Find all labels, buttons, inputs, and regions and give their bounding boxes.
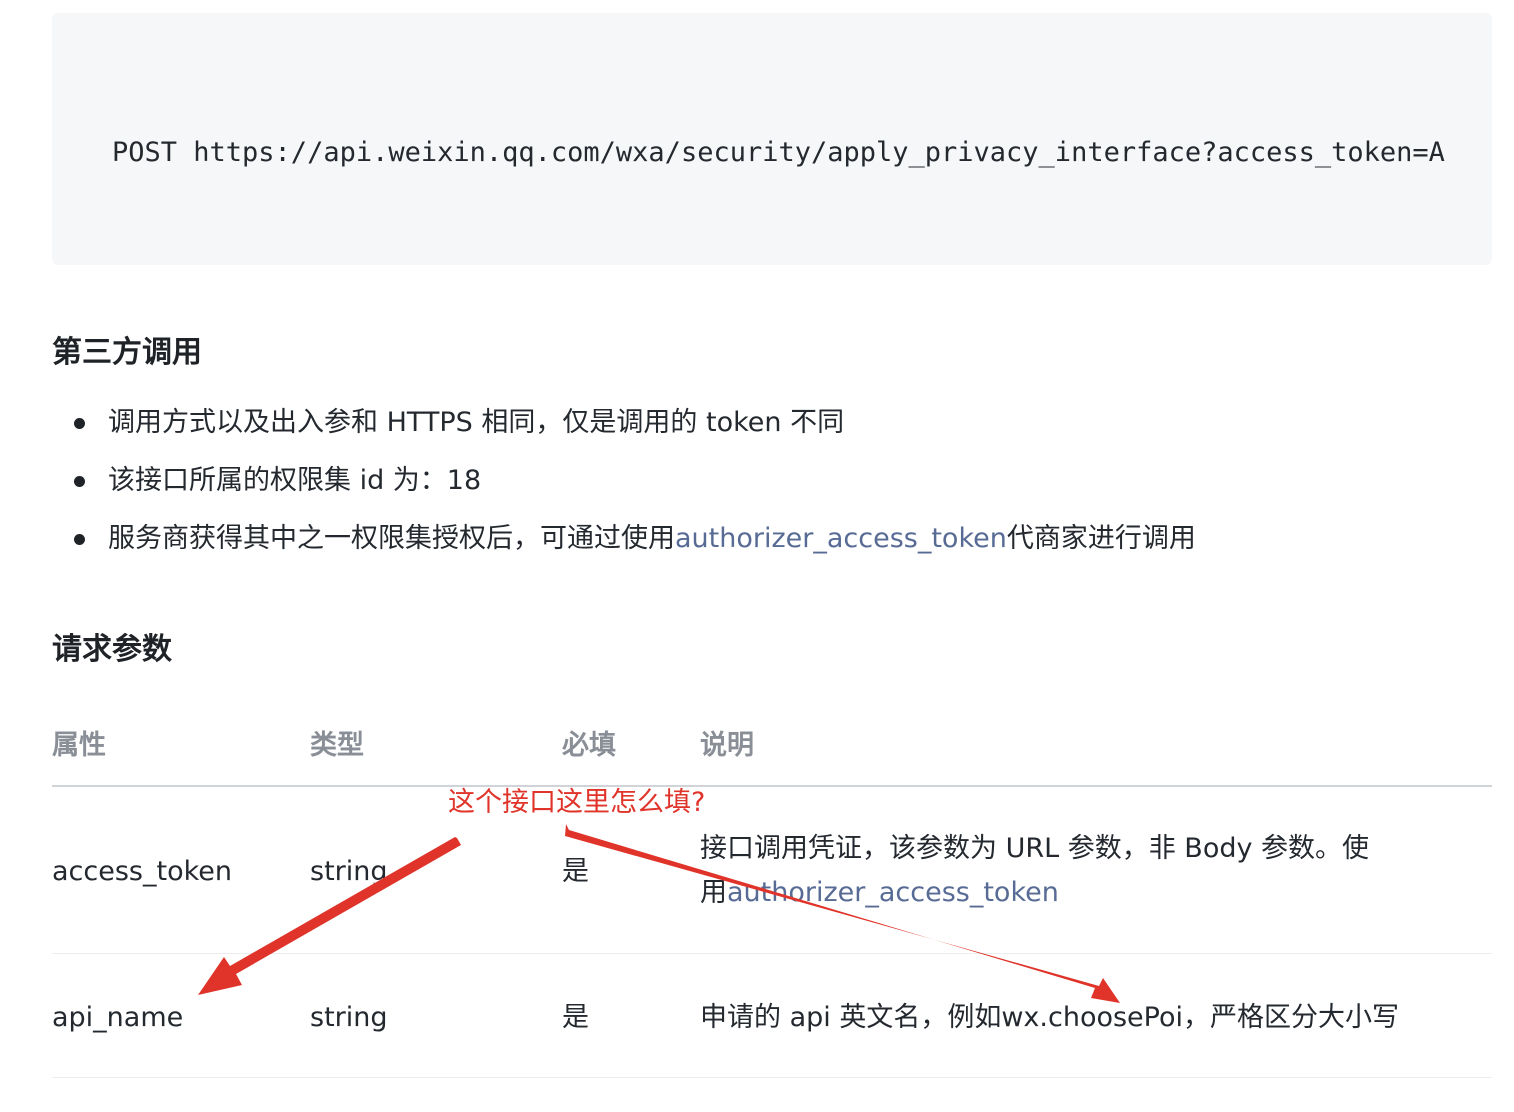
authorizer-access-token-link[interactable]: authorizer_access_token	[675, 523, 1007, 554]
table-header-divider	[52, 785, 1492, 787]
column-header-description: 说明	[700, 730, 754, 761]
list-item: 该接口所属的权限集 id 为：18	[74, 463, 482, 499]
list-item: 服务商获得其中之一权限集授权后，可通过使用authorizer_access_t…	[74, 521, 1196, 557]
list-item-text-prefix: 服务商获得其中之一权限集授权后，可通过使用	[108, 523, 675, 554]
cell-param-required: 是	[562, 1002, 589, 1033]
column-header-type: 类型	[310, 730, 364, 761]
cell-param-required: 是	[562, 856, 589, 887]
list-item: 调用方式以及出入参和 HTTPS 相同，仅是调用的 token 不同	[74, 405, 845, 441]
list-item-text: 调用方式以及出入参和 HTTPS 相同，仅是调用的 token 不同	[108, 407, 845, 438]
table-row-divider	[52, 1077, 1492, 1078]
cell-param-type: string	[310, 856, 388, 887]
description-line-2: 用authorizer_access_token	[700, 871, 1369, 915]
code-block: POST https://api.weixin.qq.com/wxa/secur…	[52, 13, 1492, 265]
cell-param-description: 接口调用凭证，该参数为 URL 参数，非 Body 参数。使 用authoriz…	[700, 827, 1369, 915]
column-header-required: 必填	[562, 730, 616, 761]
bullet-dot-icon	[74, 418, 85, 429]
bullet-dot-icon	[74, 534, 85, 545]
section-heading-request-params: 请求参数	[52, 632, 172, 667]
cell-param-name: access_token	[52, 856, 232, 887]
cell-param-type: string	[310, 1002, 388, 1033]
section-heading-third-party: 第三方调用	[52, 335, 202, 370]
cell-param-name: api_name	[52, 1002, 184, 1033]
description-line-1: 接口调用凭证，该参数为 URL 参数，非 Body 参数。使	[700, 833, 1370, 864]
authorizer-access-token-link[interactable]: authorizer_access_token	[727, 877, 1059, 908]
table-row-divider	[52, 953, 1492, 954]
annotation-note: 这个接口这里怎么填?	[448, 787, 706, 818]
list-item-text-suffix: 代商家进行调用	[1006, 523, 1196, 554]
description-line-2-prefix: 用	[700, 877, 727, 908]
list-item-text: 该接口所属的权限集 id 为：18	[108, 465, 482, 496]
code-request-line: POST https://api.weixin.qq.com/wxa/secur…	[112, 137, 1445, 168]
cell-param-description: 申请的 api 英文名，例如wx.choosePoi，严格区分大小写	[700, 1002, 1400, 1033]
bullet-dot-icon	[74, 476, 85, 487]
column-header-attribute: 属性	[52, 730, 106, 761]
